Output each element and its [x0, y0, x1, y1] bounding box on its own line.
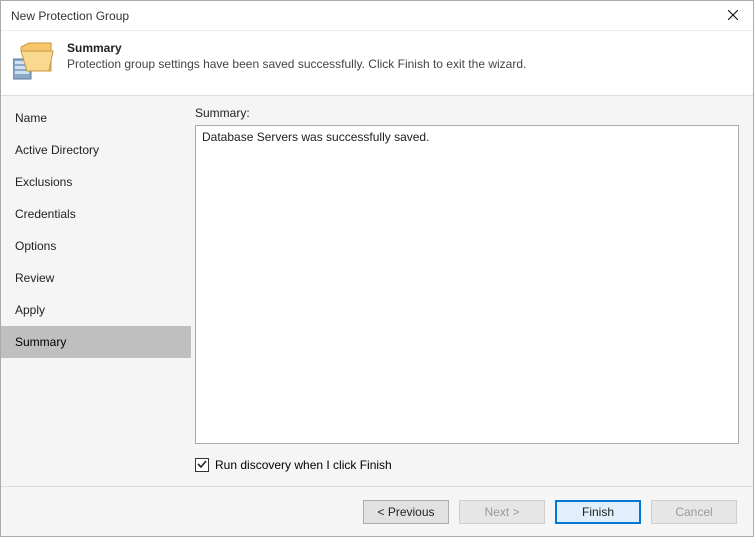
sidebar-item-apply[interactable]: Apply: [1, 294, 191, 326]
sidebar-item-label: Review: [15, 271, 54, 285]
sidebar-item-exclusions[interactable]: Exclusions: [1, 166, 191, 198]
sidebar-item-active-directory[interactable]: Active Directory: [1, 134, 191, 166]
cancel-button: Cancel: [651, 500, 737, 524]
close-button[interactable]: [713, 1, 753, 31]
wizard-header-title: Summary: [67, 41, 526, 55]
finish-button[interactable]: Finish: [555, 500, 641, 524]
sidebar-item-review[interactable]: Review: [1, 262, 191, 294]
window-title: New Protection Group: [11, 9, 129, 23]
wizard-window: New Protection Group Summary Protection …: [0, 0, 754, 537]
summary-text: Database Servers was successfully saved.: [202, 130, 429, 144]
previous-button[interactable]: < Previous: [363, 500, 449, 524]
sidebar-item-label: Options: [15, 239, 56, 253]
protection-group-icon: [13, 41, 55, 81]
wizard-main-panel: Summary: Database Servers was successful…: [191, 96, 753, 486]
wizard-header-description: Protection group settings have been save…: [67, 57, 526, 71]
sidebar-item-label: Credentials: [15, 207, 76, 221]
wizard-steps-sidebar: Name Active Directory Exclusions Credent…: [1, 96, 191, 486]
wizard-footer: < Previous Next > Finish Cancel: [1, 486, 753, 536]
sidebar-item-credentials[interactable]: Credentials: [1, 198, 191, 230]
sidebar-item-name[interactable]: Name: [1, 102, 191, 134]
summary-textarea[interactable]: Database Servers was successfully saved.: [195, 125, 739, 444]
close-icon: [728, 9, 738, 23]
run-discovery-checkbox[interactable]: [195, 458, 209, 472]
sidebar-item-options[interactable]: Options: [1, 230, 191, 262]
sidebar-item-summary[interactable]: Summary: [1, 326, 191, 358]
sidebar-item-label: Exclusions: [15, 175, 72, 189]
run-discovery-label: Run discovery when I click Finish: [215, 458, 392, 472]
check-icon: [197, 458, 207, 472]
wizard-header: Summary Protection group settings have b…: [1, 31, 753, 95]
next-button: Next >: [459, 500, 545, 524]
wizard-header-text: Summary Protection group settings have b…: [67, 41, 526, 71]
sidebar-item-label: Summary: [15, 335, 66, 349]
summary-label: Summary:: [195, 106, 739, 120]
sidebar-item-label: Apply: [15, 303, 45, 317]
sidebar-item-label: Name: [15, 111, 47, 125]
run-discovery-row: Run discovery when I click Finish: [195, 448, 739, 476]
titlebar: New Protection Group: [1, 1, 753, 31]
sidebar-item-label: Active Directory: [15, 143, 99, 157]
wizard-body: Name Active Directory Exclusions Credent…: [1, 95, 753, 486]
